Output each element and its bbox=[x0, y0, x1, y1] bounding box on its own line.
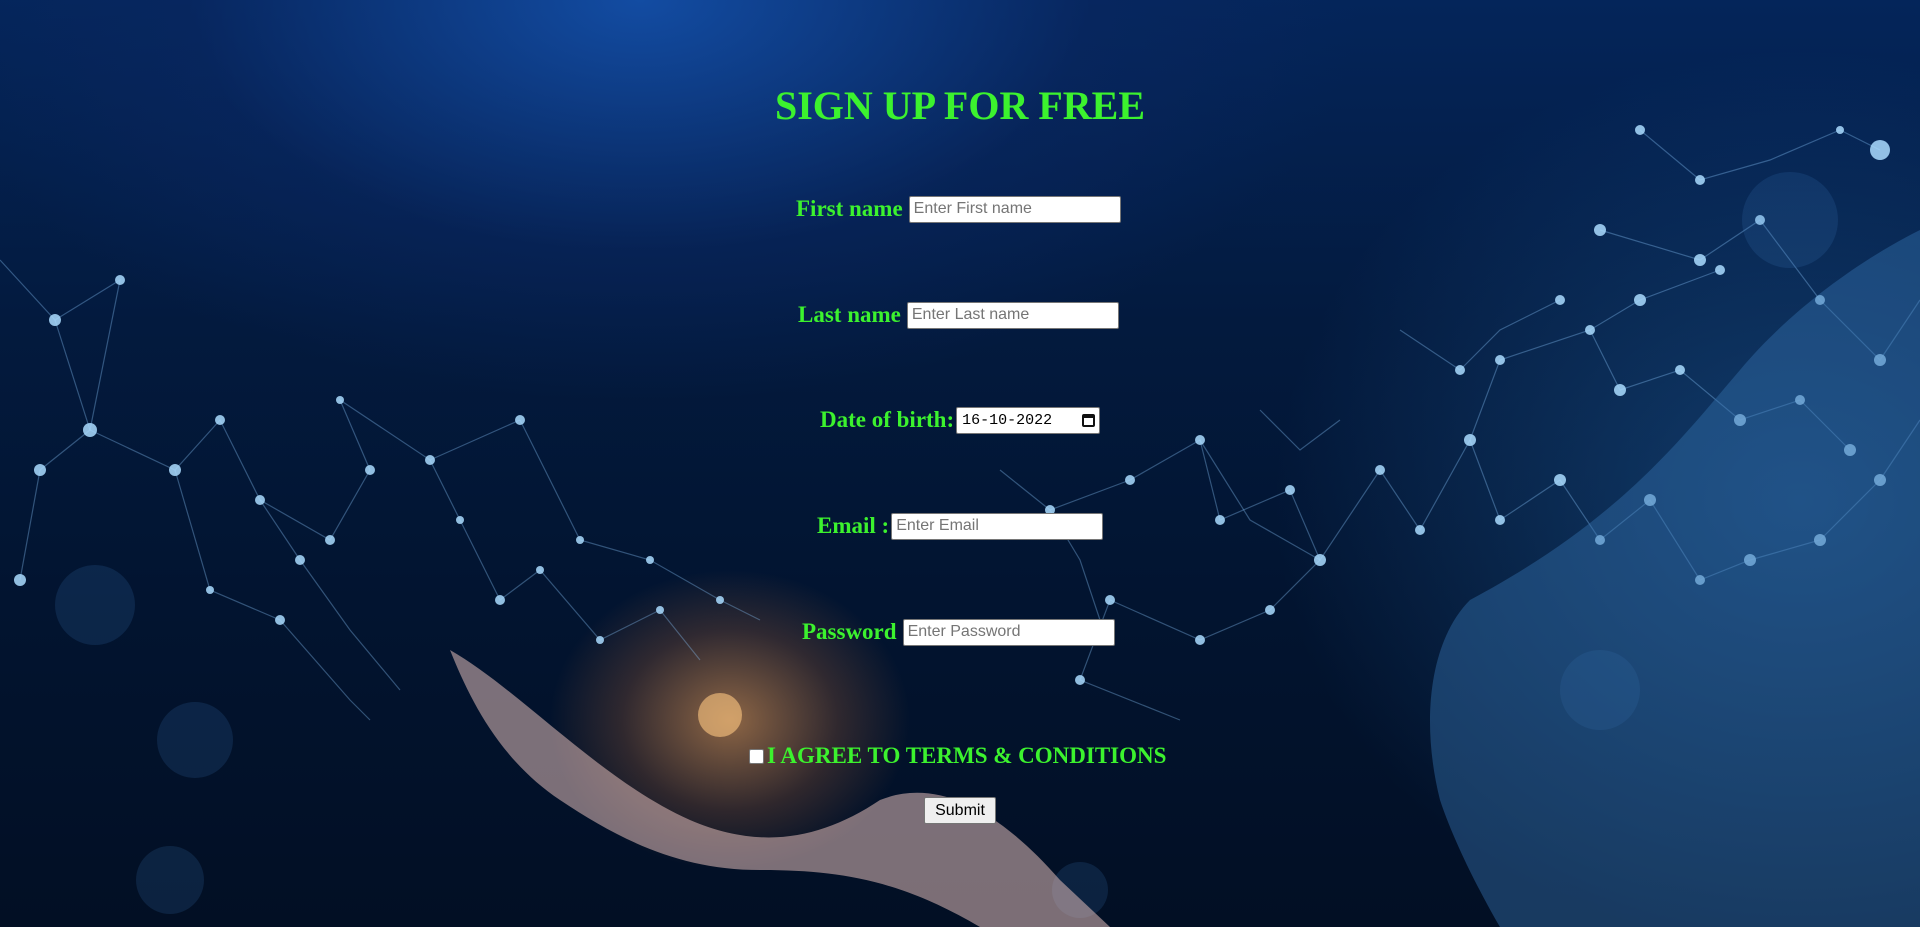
dob-input[interactable]: 16-10-2022 bbox=[956, 406, 1101, 434]
password-input[interactable] bbox=[902, 618, 1115, 646]
calendar-icon[interactable] bbox=[1082, 413, 1096, 427]
first-name-label: First name bbox=[796, 196, 903, 221]
password-label: Password bbox=[802, 619, 897, 644]
dob-label: Date of birth: bbox=[820, 407, 955, 432]
email-input[interactable] bbox=[891, 512, 1104, 540]
terms-checkbox[interactable] bbox=[749, 748, 764, 764]
last-name-row: Last name bbox=[798, 300, 1119, 330]
dob-row: Date of birth: 16-10-2022 bbox=[820, 405, 1101, 435]
terms-label: I AGREE TO TERMS & CONDITIONS bbox=[767, 743, 1167, 768]
dob-value: 16-10-2022 bbox=[962, 411, 1053, 429]
password-row: Password bbox=[802, 617, 1115, 647]
signup-form: SIGN UP FOR FREE First name Last name Da… bbox=[0, 0, 1920, 927]
last-name-label: Last name bbox=[798, 302, 901, 327]
email-label: Email : bbox=[817, 513, 890, 538]
first-name-row: First name bbox=[796, 194, 1121, 224]
submit-button[interactable]: Submit bbox=[924, 797, 996, 824]
terms-row: I AGREE TO TERMS & CONDITIONS bbox=[749, 741, 1166, 771]
last-name-input[interactable] bbox=[906, 301, 1119, 329]
page-title: SIGN UP FOR FREE bbox=[774, 83, 1146, 128]
first-name-input[interactable] bbox=[908, 195, 1121, 223]
email-row: Email : bbox=[817, 511, 1104, 541]
